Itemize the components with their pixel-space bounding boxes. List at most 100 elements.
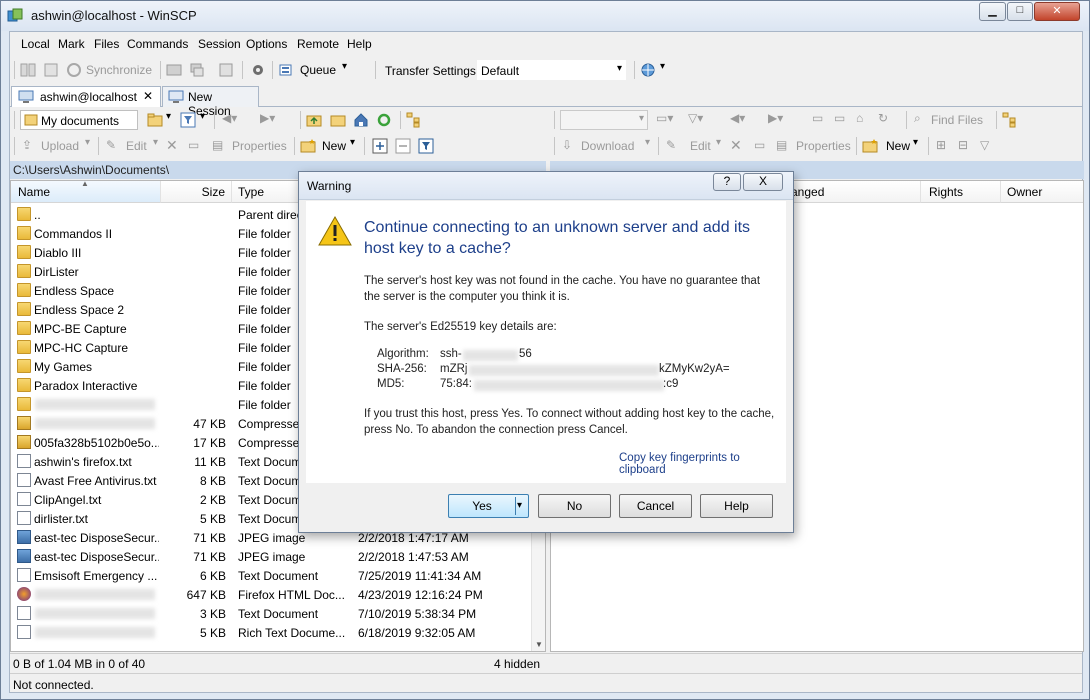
tab-ashwin-localhost[interactable]: ashwin@localhost ✕ — [11, 86, 161, 107]
new-button[interactable]: New — [886, 139, 910, 153]
refresh-icon[interactable]: ↻ — [878, 111, 888, 125]
menu-files[interactable]: Files — [94, 37, 119, 51]
rename-icon[interactable]: ▭ — [754, 138, 765, 152]
filter-dropdown-icon[interactable]: ▾ — [200, 111, 205, 122]
sort-ascending-icon: ▲ — [81, 180, 89, 188]
parent-directory-icon[interactable]: ▭ — [812, 111, 823, 125]
open-folder-icon[interactable] — [147, 112, 163, 128]
maximize-button[interactable]: □ — [1007, 2, 1033, 21]
root-directory-icon[interactable]: ▭ — [834, 111, 845, 125]
transfer-settings-select[interactable]: Default ▾ — [477, 60, 626, 80]
console-icon[interactable] — [166, 62, 182, 78]
right-location-select[interactable]: ▾ — [560, 110, 648, 130]
minimize-button[interactable]: ▁ — [979, 2, 1006, 21]
column-header-size[interactable]: Size — [161, 181, 232, 203]
preferences-gear-icon[interactable] — [250, 62, 266, 78]
unselect-minus-icon[interactable] — [395, 138, 411, 154]
tab-new-session[interactable]: New Session — [162, 86, 259, 118]
delete-icon[interactable]: ✕ — [166, 137, 178, 154]
menu-help[interactable]: Help — [347, 37, 372, 51]
left-location-select[interactable]: My documents — [20, 110, 138, 130]
properties-button[interactable]: Properties — [232, 139, 287, 153]
new-dropdown-icon[interactable]: ▾ — [913, 137, 918, 148]
dialog-close-button[interactable]: X — [743, 173, 783, 191]
select-all-plus-icon[interactable]: ⊞ — [936, 138, 946, 152]
putty-icon[interactable] — [189, 62, 205, 78]
globe-dropdown-icon[interactable]: ▾ — [660, 61, 665, 72]
file-row[interactable]: 3 KB Text Document 7/10/2019 5:38:34 PM — [11, 604, 545, 623]
menu-mark[interactable]: Mark — [58, 37, 85, 51]
compare-directories-icon[interactable] — [20, 62, 36, 78]
file-type: Text Document — [238, 569, 319, 583]
forward-icon[interactable]: ▶▾ — [768, 111, 783, 125]
file-name: 005fa328b5102b0e5o... — [34, 436, 159, 450]
filter-select-icon[interactable] — [418, 138, 434, 154]
column-header-owner[interactable]: Owner — [1001, 181, 1083, 203]
yes-button[interactable]: Yes ▾ — [448, 494, 529, 518]
home-icon[interactable] — [353, 112, 369, 128]
help-button[interactable]: Help — [700, 494, 773, 518]
globe-icon[interactable] — [640, 62, 656, 78]
edit-button[interactable]: Edit — [690, 139, 711, 153]
synchronize-button[interactable]: Synchronize — [86, 63, 152, 77]
new-dropdown-icon[interactable]: ▾ — [350, 137, 355, 148]
tree-view-icon[interactable] — [1002, 112, 1018, 128]
queue-icon[interactable] — [278, 62, 294, 78]
open-folder-dropdown-icon[interactable]: ▾ — [166, 111, 171, 122]
root-directory-icon[interactable] — [330, 112, 346, 128]
yes-dropdown-icon[interactable]: ▾ — [517, 495, 522, 517]
download-dropdown-icon[interactable]: ▾ — [645, 137, 650, 148]
hidden-files-count[interactable]: 4 hidden — [494, 657, 540, 671]
dialog-help-button[interactable]: ? — [713, 173, 741, 191]
close-window-button[interactable]: ✕ — [1034, 2, 1080, 21]
menu-remote[interactable]: Remote — [297, 37, 339, 51]
file-type: Firefox HTML Doc... — [238, 588, 345, 602]
download-button[interactable]: Download — [581, 139, 634, 153]
scroll-down-icon[interactable]: ▼ — [535, 640, 543, 649]
filter-icon[interactable] — [180, 112, 196, 128]
doc-icon — [17, 568, 31, 582]
menu-options[interactable]: Options — [246, 37, 287, 51]
back-icon[interactable]: ◀▾ — [730, 111, 745, 125]
edit-button[interactable]: Edit — [126, 139, 147, 153]
menu-local[interactable]: Local — [21, 37, 50, 51]
select-all-plus-icon[interactable] — [372, 138, 388, 154]
parent-directory-icon[interactable] — [306, 112, 322, 128]
tree-view-icon[interactable] — [406, 112, 422, 128]
filter-icon[interactable]: ▽▾ — [688, 111, 703, 125]
menu-session[interactable]: Session — [198, 37, 241, 51]
find-files-button[interactable]: Find Files — [931, 113, 983, 127]
file-row[interactable]: 5 KB Rich Text Docume... 6/18/2019 9:32:05… — [11, 623, 545, 642]
open-folder-icon[interactable]: ▭▾ — [656, 111, 673, 125]
upload-button[interactable]: Upload — [41, 139, 79, 153]
home-icon[interactable]: ⌂ — [856, 111, 863, 125]
properties-button[interactable]: Properties — [796, 139, 851, 153]
file-row[interactable]: Emsisoft Emergency ... 6 KB Text Document 7… — [11, 566, 545, 585]
upload-dropdown-icon[interactable]: ▾ — [85, 137, 90, 148]
refresh-icon[interactable] — [376, 112, 392, 128]
close-tab-icon[interactable]: ✕ — [143, 89, 153, 103]
queue-dropdown-icon[interactable]: ▾ — [342, 61, 347, 72]
menu-commands[interactable]: Commands — [127, 37, 188, 51]
column-header-name[interactable]: Name ▲ — [11, 181, 161, 203]
file-row[interactable]: east-tec DisposeSecur... 71 KB JPEG image 2… — [11, 547, 545, 566]
column-header-rights[interactable]: Rights — [921, 181, 1001, 203]
rename-icon[interactable]: ▭ — [188, 138, 199, 152]
queue-button[interactable]: Queue — [300, 63, 336, 77]
unselect-minus-icon[interactable]: ⊟ — [958, 138, 968, 152]
md5-label: MD5: — [377, 378, 405, 390]
find-files-toolbar-icon[interactable] — [218, 62, 234, 78]
new-button[interactable]: New — [322, 139, 346, 153]
synchronize-icon[interactable] — [66, 62, 82, 78]
back-icon[interactable]: ◀▾ — [222, 111, 237, 125]
cancel-button[interactable]: Cancel — [619, 494, 692, 518]
edit-dropdown-icon[interactable]: ▾ — [716, 137, 721, 148]
file-row[interactable]: 647 KB Firefox HTML Doc... 4/23/2019 12:16… — [11, 585, 545, 604]
keep-up-to-date-icon[interactable] — [43, 62, 59, 78]
no-button[interactable]: No — [538, 494, 611, 518]
delete-icon[interactable]: ✕ — [730, 137, 742, 154]
forward-icon[interactable]: ▶▾ — [260, 111, 275, 125]
filter-select-icon[interactable]: ▽ — [980, 138, 989, 152]
copy-key-fingerprints-link[interactable]: Copy key fingerprints to clipboard — [619, 452, 786, 476]
edit-dropdown-icon[interactable]: ▾ — [153, 137, 158, 148]
